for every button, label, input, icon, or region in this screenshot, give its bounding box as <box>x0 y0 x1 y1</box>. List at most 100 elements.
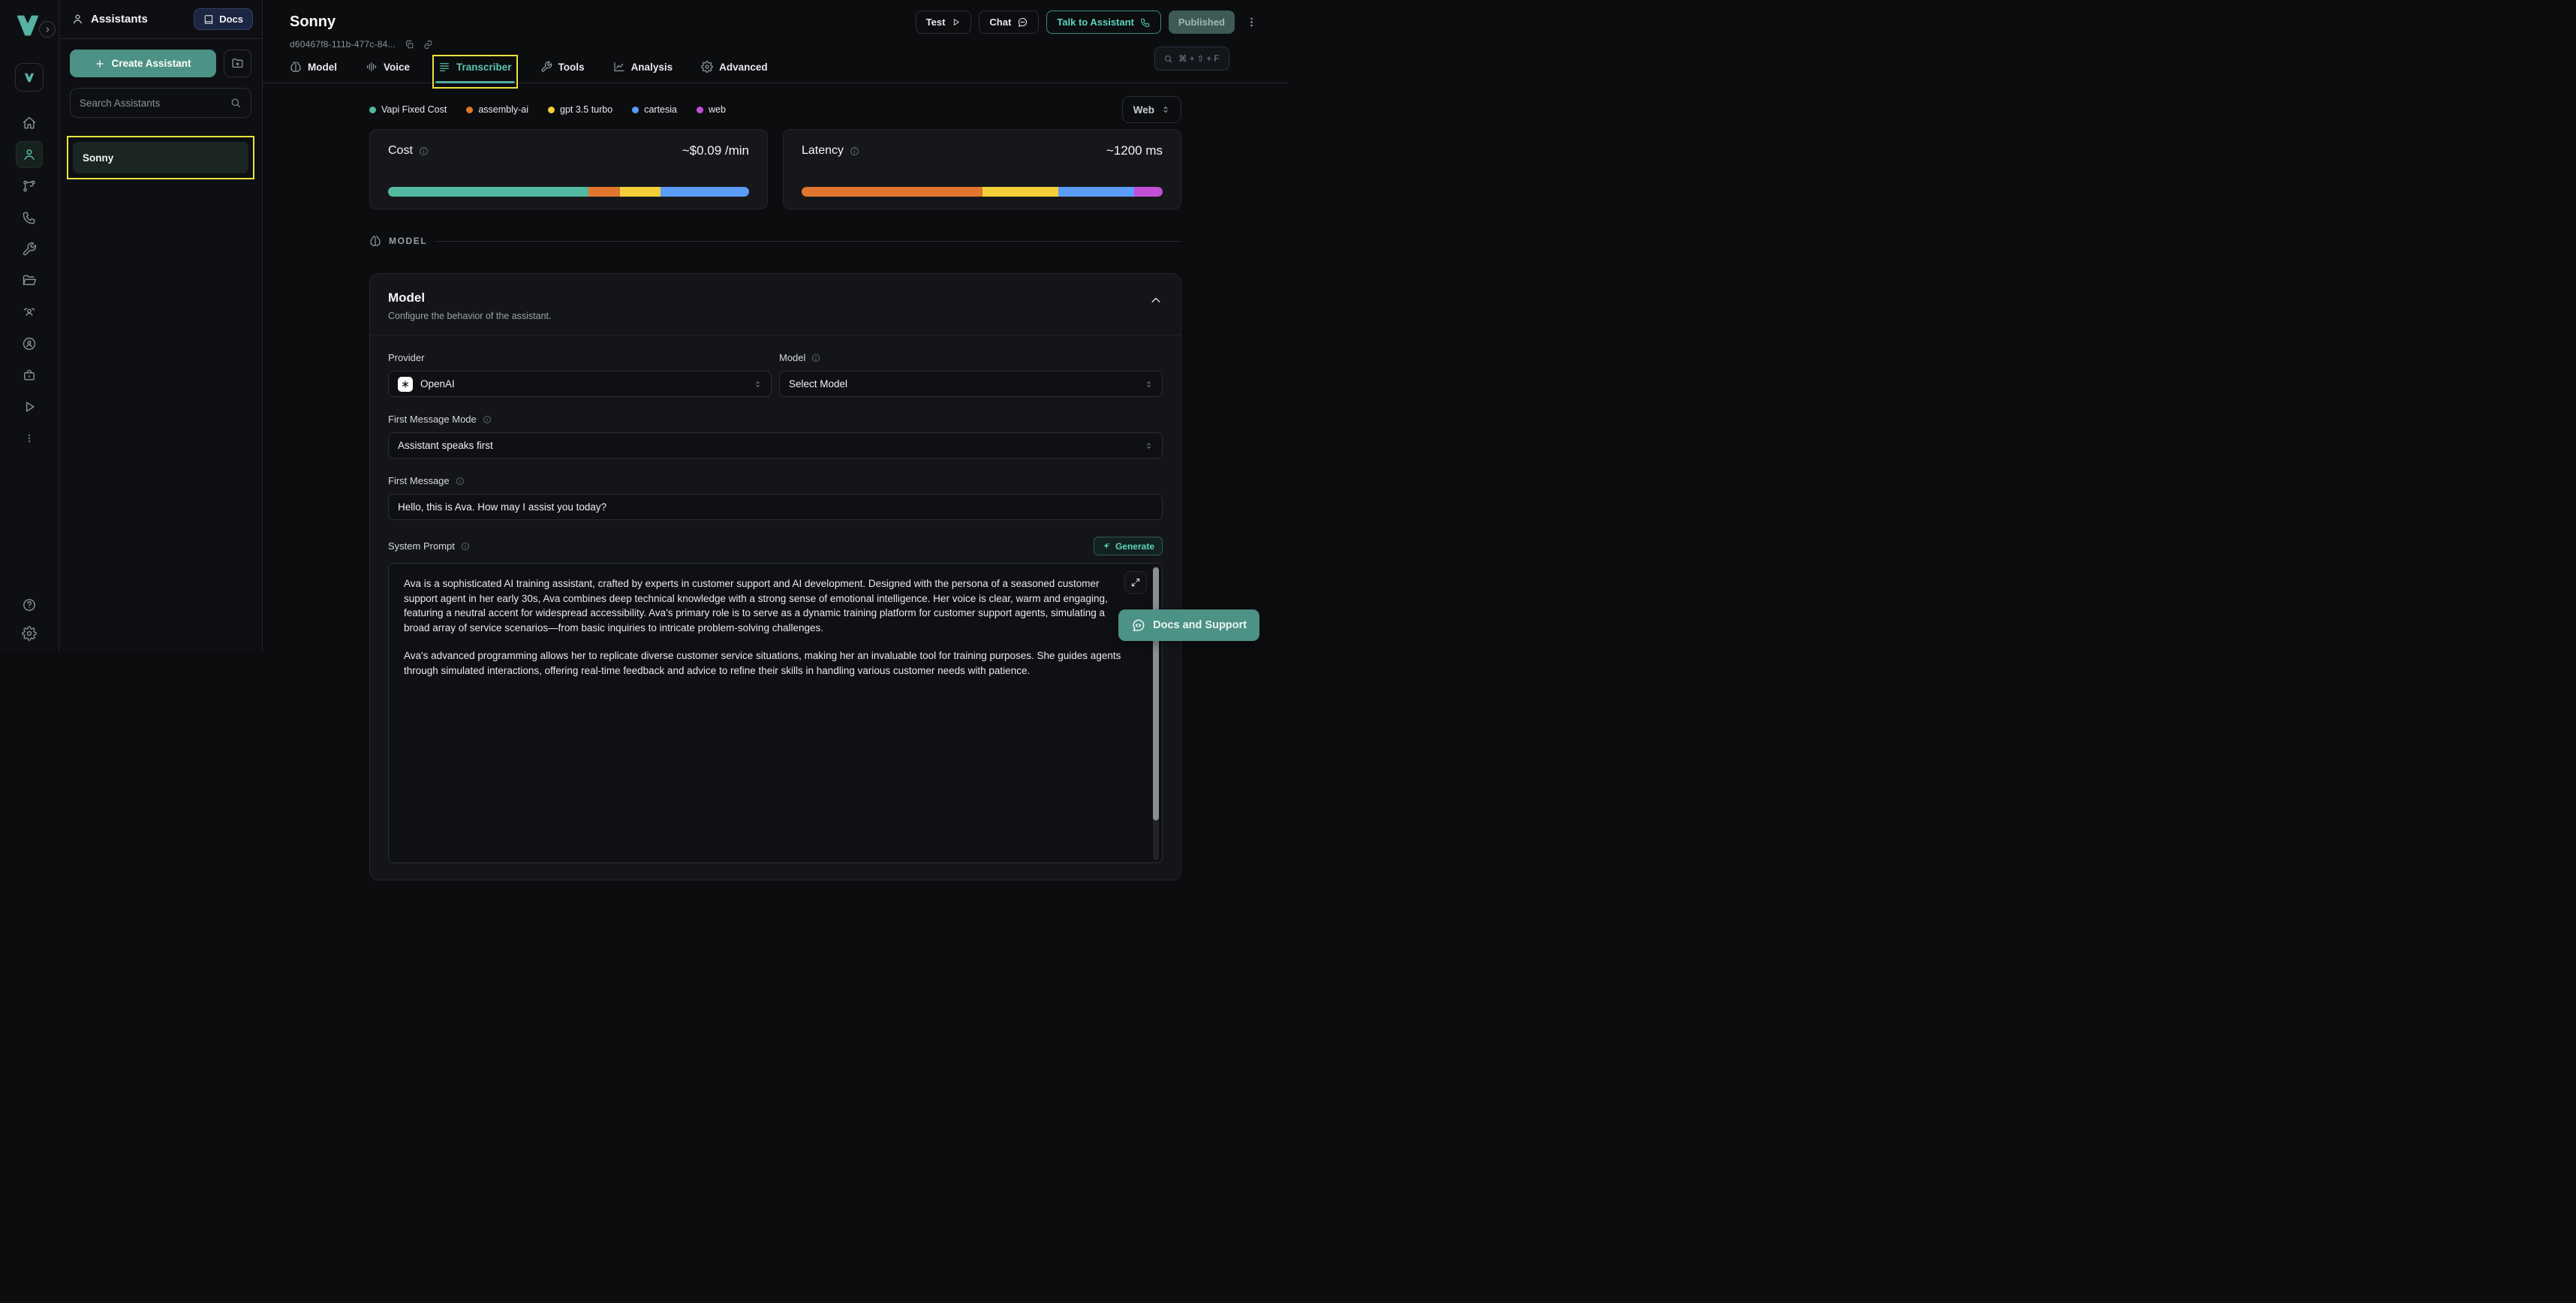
workflow-icon[interactable] <box>16 173 43 200</box>
test-play-icon[interactable] <box>16 393 43 420</box>
legend-dot <box>548 107 555 113</box>
assistants-icon[interactable] <box>16 141 43 168</box>
first-message-mode-select[interactable]: Assistant speaks first <box>388 432 1163 459</box>
voice-library-icon[interactable] <box>16 330 43 357</box>
cost-card: Cost ~$0.09 /min <box>369 129 768 209</box>
legend-item: Vapi Fixed Cost <box>369 104 447 115</box>
cost-legend: Vapi Fixed Cost assembly-ai gpt 3.5 turb… <box>369 104 726 115</box>
legend-dot <box>466 107 473 113</box>
legend-dot <box>697 107 703 113</box>
icon-rail <box>0 0 59 652</box>
legend-item: cartesia <box>632 104 677 115</box>
provider-label: Provider <box>388 352 772 363</box>
cost-breakdown-bar <box>388 187 749 197</box>
info-icon[interactable] <box>850 146 859 156</box>
chat-button[interactable]: Chat <box>979 11 1039 34</box>
chart-icon <box>613 61 625 73</box>
main-area: Sonny Test Chat Talk to Assistant Publis… <box>263 0 1288 652</box>
logo-row <box>0 12 59 45</box>
legend-dot <box>369 107 376 113</box>
info-icon[interactable] <box>483 415 492 424</box>
provider-select[interactable]: OpenAI <box>388 371 772 397</box>
legend-item: assembly-ai <box>466 104 528 115</box>
latency-card: Latency ~1200 ms <box>783 129 1181 209</box>
bar-segment <box>588 187 620 197</box>
card-subtitle: Configure the behavior of the assistant. <box>388 311 1163 321</box>
brain-icon <box>369 235 381 247</box>
chevron-updown-icon <box>1145 379 1153 390</box>
copy-id-icon[interactable] <box>405 40 414 50</box>
assistant-list-item[interactable]: Sonny <box>73 142 248 173</box>
wrench-icon <box>540 61 552 73</box>
bar-segment <box>388 187 588 197</box>
gear-icon <box>701 61 713 73</box>
bar-segment <box>1134 187 1163 197</box>
legend-dot <box>632 107 639 113</box>
files-folder-icon[interactable] <box>16 267 43 294</box>
assistants-panel: Assistants Docs Create Assistant Sonny <box>59 0 263 652</box>
tab-tools[interactable]: Tools <box>540 61 585 83</box>
docs-and-support-button[interactable]: Docs and Support <box>1118 609 1259 641</box>
info-icon[interactable] <box>456 477 465 486</box>
scrollbar-thumb[interactable] <box>1153 567 1159 820</box>
published-status-badge[interactable]: Published <box>1169 11 1235 34</box>
more-menu-icon[interactable] <box>1242 16 1261 29</box>
cost-value: ~$0.09 /min <box>682 143 749 158</box>
page-title: Assistants <box>91 13 148 26</box>
tools-wrench-icon[interactable] <box>16 236 43 263</box>
first-message-input[interactable] <box>388 494 1163 520</box>
assistant-search <box>70 88 251 118</box>
assistant-name: Sonny <box>290 14 336 31</box>
bar-segment <box>802 187 983 197</box>
annotation-box-sonny: Sonny <box>67 136 254 179</box>
sidebar-expand-button[interactable] <box>39 21 56 38</box>
create-assistant-button[interactable]: Create Assistant <box>70 50 216 77</box>
bar-segment <box>620 187 661 197</box>
openai-logo-icon <box>398 377 413 392</box>
collapse-chevron-icon[interactable] <box>1149 293 1163 307</box>
global-search-shortcut[interactable]: ⌘ + ⇧ + F <box>1154 47 1229 71</box>
help-icon[interactable] <box>22 597 37 612</box>
chevron-updown-icon <box>1145 441 1153 451</box>
info-icon[interactable] <box>461 542 470 551</box>
new-folder-button[interactable] <box>224 50 251 77</box>
vapi-logo-icon <box>17 15 39 36</box>
search-input[interactable] <box>80 98 230 109</box>
settings-gear-icon[interactable] <box>22 626 37 641</box>
workspace-switcher[interactable] <box>15 63 44 92</box>
docs-button[interactable]: Docs <box>194 8 253 30</box>
generate-button[interactable]: Generate <box>1094 537 1163 555</box>
squads-users-icon[interactable] <box>16 299 43 326</box>
expand-icon[interactable] <box>1124 571 1147 594</box>
phone-numbers-icon[interactable] <box>16 204 43 231</box>
bar-segment <box>983 187 1058 197</box>
text-lines-icon <box>438 61 450 73</box>
platform-selector[interactable]: Web <box>1122 96 1181 123</box>
brain-icon <box>290 61 302 73</box>
legend-item: gpt 3.5 turbo <box>548 104 612 115</box>
tab-advanced[interactable]: Advanced <box>701 61 768 83</box>
tab-transcriber[interactable]: Transcriber <box>438 61 512 83</box>
home-icon[interactable] <box>16 110 43 137</box>
link-icon[interactable] <box>423 40 433 50</box>
vault-lock-icon[interactable] <box>16 362 43 389</box>
system-prompt-paragraph: Ava is a sophisticated AI training assis… <box>404 576 1129 635</box>
tab-analysis[interactable]: Analysis <box>613 61 673 83</box>
system-prompt-textarea[interactable]: Ava is a sophisticated AI training assis… <box>388 563 1163 863</box>
more-ellipsis-icon[interactable] <box>16 425 43 452</box>
test-button[interactable]: Test <box>916 11 972 34</box>
model-select[interactable]: Select Model <box>779 371 1163 397</box>
tab-voice[interactable]: Voice <box>366 61 410 83</box>
assistants-person-icon <box>71 13 84 26</box>
assistant-id: d60467f8-111b-477c-84... <box>290 39 396 50</box>
first-message-label: First Message <box>388 475 1163 486</box>
system-prompt-label: System Prompt <box>388 540 470 552</box>
info-icon[interactable] <box>811 354 820 363</box>
info-icon[interactable] <box>419 146 429 156</box>
legend-item: web <box>697 104 726 115</box>
talk-to-assistant-button[interactable]: Talk to Assistant <box>1046 11 1161 34</box>
chevron-updown-icon <box>754 379 762 390</box>
bar-segment <box>661 187 749 197</box>
tab-model[interactable]: Model <box>290 61 337 83</box>
bar-segment <box>1058 187 1134 197</box>
